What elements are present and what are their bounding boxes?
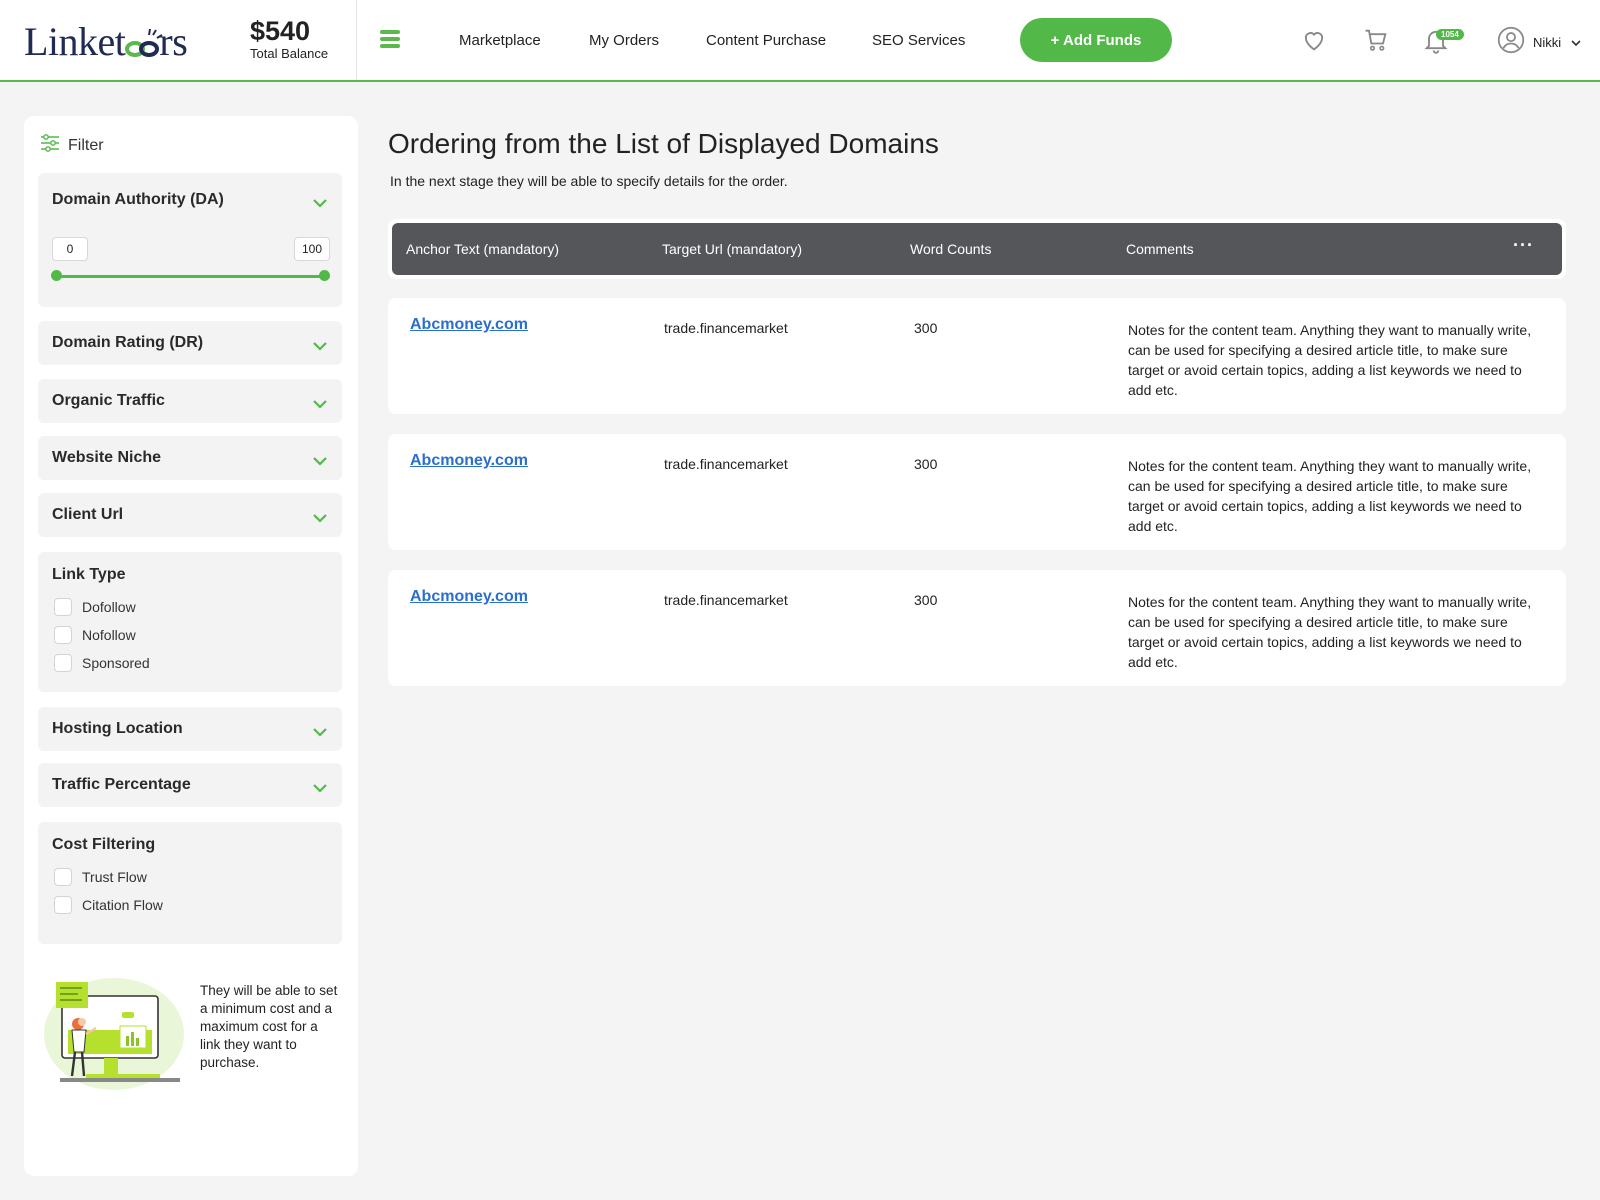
checkbox[interactable] — [54, 868, 72, 886]
nav-content-purchase[interactable]: Content Purchase — [706, 32, 826, 49]
citation-flow-option[interactable]: Citation Flow — [54, 896, 163, 914]
table-header-bar: Anchor Text (mandatory) Target Url (mand… — [392, 223, 1562, 275]
anchor-link[interactable]: Abcmoney.com — [410, 588, 528, 606]
hosting-location-title: Hosting Location — [52, 720, 183, 737]
da-max-handle[interactable] — [319, 270, 330, 281]
page-subtitle: In the next stage they will be able to s… — [390, 173, 788, 189]
chain-link-icon — [123, 28, 163, 57]
add-funds-button[interactable]: + Add Funds — [1020, 18, 1172, 62]
balance-label: Total Balance — [250, 46, 329, 61]
comment-text: Notes for the content team. Anything the… — [1128, 322, 1532, 398]
column-target-url: Target Url (mandatory) — [662, 241, 803, 257]
chevron-down-icon[interactable] — [312, 780, 328, 798]
column-word-counts: Word Counts — [910, 241, 992, 257]
cost-filtering-filter: Cost Filtering Trust Flow Citation Flow — [38, 822, 342, 944]
checkbox[interactable] — [54, 654, 72, 672]
da-min-handle[interactable] — [51, 270, 62, 281]
nav-my-orders[interactable]: My Orders — [589, 32, 659, 49]
chevron-down-icon[interactable] — [312, 396, 328, 414]
table-row: Abcmoney.com trade.financemarket 300 Not… — [388, 570, 1566, 686]
chevron-down-icon[interactable] — [312, 453, 328, 471]
chevron-down-icon[interactable] — [312, 195, 328, 213]
client-url-title: Client Url — [52, 506, 124, 523]
nav-marketplace[interactable]: Marketplace — [459, 32, 541, 49]
anchor-link[interactable]: Abcmoney.com — [410, 452, 528, 470]
trust-flow-option[interactable]: Trust Flow — [54, 868, 147, 886]
logo-text-start: Linket — [24, 19, 126, 64]
client-url-filter[interactable]: Client Url — [38, 493, 342, 537]
traffic-percentage-filter[interactable]: Traffic Percentage — [38, 763, 342, 807]
word-count: 300 — [914, 592, 938, 608]
chevron-down-icon[interactable] — [312, 510, 328, 528]
page-title: Ordering from the List of Displayed Doma… — [388, 128, 939, 159]
anchor-link[interactable]: Abcmoney.com — [410, 316, 528, 334]
nofollow-option[interactable]: Nofollow — [54, 626, 136, 644]
chevron-down-icon[interactable] — [312, 724, 328, 742]
filter-heading: Filter — [40, 134, 104, 157]
table-row: Abcmoney.com trade.financemarket 300 Not… — [388, 298, 1566, 414]
comment-text: Notes for the content team. Anything the… — [1128, 458, 1532, 534]
hosting-location-filter[interactable]: Hosting Location — [38, 707, 342, 751]
sliders-icon — [40, 134, 68, 157]
nav-seo-services[interactable]: SEO Services — [872, 32, 965, 49]
link-type-filter: Link Type Dofollow Nofollow Sponsored — [38, 552, 342, 692]
cost-filtering-title: Cost Filtering — [52, 836, 156, 853]
user-avatar-icon — [1497, 26, 1525, 59]
da-max-input[interactable]: 100 — [294, 237, 330, 261]
table-row: Abcmoney.com trade.financemarket 300 Not… — [388, 434, 1566, 550]
chevron-down-icon[interactable] — [312, 338, 328, 356]
traffic-percentage-title: Traffic Percentage — [52, 776, 191, 793]
brand-logo[interactable]: Linket rs — [24, 18, 188, 65]
user-name: Nikki — [1533, 35, 1562, 50]
chevron-down-icon — [1571, 34, 1581, 52]
domain-authority-filter: Domain Authority (DA) 0 100 — [38, 173, 342, 307]
heart-icon[interactable] — [1300, 26, 1328, 54]
column-anchor-text: Anchor Text (mandatory) — [406, 241, 560, 257]
website-niche-title: Website Niche — [52, 449, 162, 466]
website-niche-filter[interactable]: Website Niche — [38, 436, 342, 480]
nofollow-label: Nofollow — [82, 627, 136, 643]
word-count: 300 — [914, 320, 938, 336]
user-menu[interactable]: Nikki — [1497, 26, 1581, 59]
organic-traffic-filter[interactable]: Organic Traffic — [38, 379, 342, 423]
dofollow-label: Dofollow — [82, 599, 136, 615]
header-divider — [356, 0, 357, 80]
balance-widget: $540 Total Balance — [250, 16, 328, 61]
checkbox[interactable] — [54, 626, 72, 644]
domain-authority-title[interactable]: Domain Authority (DA) — [52, 191, 224, 209]
link-type-title: Link Type — [52, 566, 126, 583]
domain-rating-filter[interactable]: Domain Rating (DR) — [38, 321, 342, 365]
more-options-icon[interactable]: ··· — [1513, 235, 1534, 256]
logo-text-end: rs — [159, 19, 188, 64]
domain-rating-title: Domain Rating (DR) — [52, 334, 204, 351]
sponsored-label: Sponsored — [82, 655, 150, 671]
organic-traffic-title: Organic Traffic — [52, 392, 165, 409]
da-range-track[interactable] — [56, 275, 324, 278]
dofollow-option[interactable]: Dofollow — [54, 598, 136, 616]
citation-flow-label: Citation Flow — [82, 897, 163, 913]
trust-flow-label: Trust Flow — [82, 869, 147, 885]
notification-badge: 1054 — [1436, 29, 1464, 40]
menu-icon[interactable] — [380, 30, 400, 48]
promo-illustration — [42, 972, 184, 1092]
word-count: 300 — [914, 456, 938, 472]
top-header: Linket rs $540 Total Balance Marketplace … — [0, 0, 1600, 82]
filter-sidebar: Filter Domain Authority (DA) 0 100 Domai… — [24, 116, 358, 1176]
checkbox[interactable] — [54, 598, 72, 616]
filter-label: Filter — [68, 136, 104, 154]
promo-text: They will be able to set a minimum cost … — [200, 983, 338, 1070]
cart-icon[interactable] — [1362, 26, 1390, 54]
target-url: trade.financemarket — [664, 456, 788, 472]
target-url: trade.financemarket — [664, 592, 788, 608]
balance-amount: $540 — [250, 16, 311, 46]
comment-text: Notes for the content team. Anything the… — [1128, 594, 1532, 670]
column-comments: Comments — [1126, 241, 1194, 257]
checkbox[interactable] — [54, 896, 72, 914]
sponsored-option[interactable]: Sponsored — [54, 654, 150, 672]
da-min-input[interactable]: 0 — [52, 237, 88, 261]
target-url: trade.financemarket — [664, 320, 788, 336]
table-header: Anchor Text (mandatory) Target Url (mand… — [388, 219, 1566, 279]
